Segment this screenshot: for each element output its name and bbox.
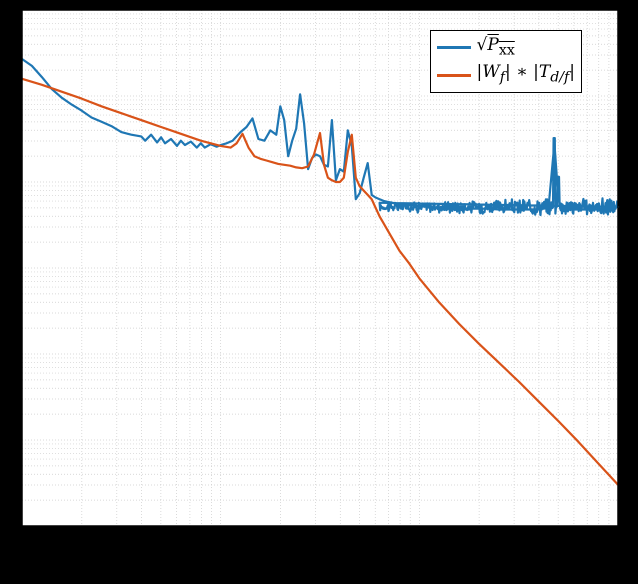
legend-row-pxx: √Pxx — [437, 34, 575, 61]
legend-swatch-wf — [437, 74, 471, 77]
legend-label-pxx: √Pxx — [477, 34, 515, 61]
legend-label-wf: |Wf| ∗ |Td/f| — [477, 61, 575, 88]
legend: √Pxx |Wf| ∗ |Td/f| — [430, 30, 582, 93]
chart-container: √Pxx |Wf| ∗ |Td/f| — [22, 10, 618, 526]
series-wf — [22, 79, 618, 485]
legend-swatch-pxx — [437, 46, 471, 49]
legend-row-wf: |Wf| ∗ |Td/f| — [437, 61, 575, 88]
